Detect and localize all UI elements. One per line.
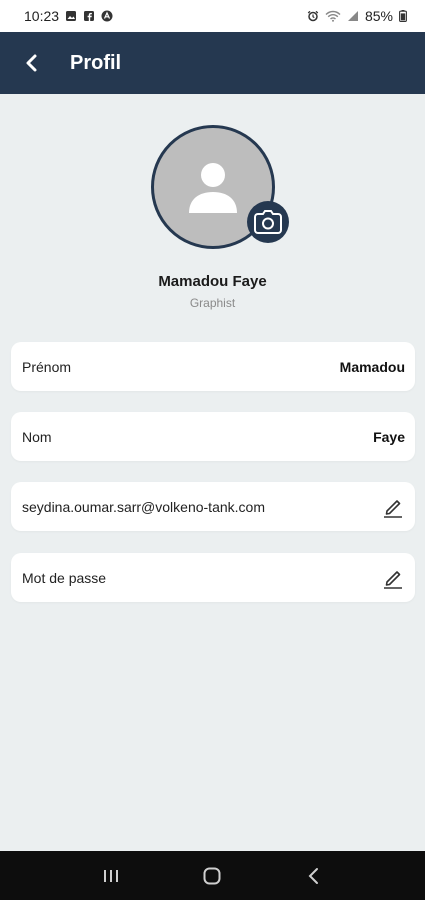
- last-name-value: Faye: [373, 428, 405, 445]
- facebook-icon: [84, 11, 95, 21]
- last-name-field[interactable]: Nom Faye: [11, 412, 415, 461]
- status-bar: 10:23 85%: [0, 0, 425, 32]
- system-nav-bar: [0, 851, 425, 900]
- page-title: Profil: [70, 51, 122, 74]
- app-notification-icon: [101, 10, 113, 22]
- pencil-icon: [384, 570, 402, 589]
- profile-role: Graphist: [189, 296, 236, 310]
- avatar-container: [151, 125, 289, 249]
- battery-icon: [399, 10, 407, 22]
- back-arrow-icon: [308, 867, 319, 884]
- last-name-label: Nom: [22, 428, 52, 445]
- email-field[interactable]: seydina.oumar.sarr@volkeno-tank.com: [11, 482, 415, 531]
- recent-apps-icon: [103, 869, 118, 882]
- password-field[interactable]: Mot de passe: [11, 553, 415, 602]
- camera-icon: [254, 210, 282, 234]
- profile-name: Mamadou Faye: [158, 273, 267, 290]
- status-time: 10:23: [24, 8, 60, 24]
- recent-apps-button[interactable]: [91, 856, 131, 896]
- battery-percent: 85%: [364, 8, 393, 24]
- first-name-field[interactable]: Prénom Mamadou: [11, 342, 415, 391]
- gallery-icon: [66, 11, 77, 21]
- person-icon: [189, 163, 237, 213]
- first-name-value: Mamadou: [339, 358, 405, 375]
- pencil-icon: [384, 499, 402, 518]
- back-button[interactable]: [12, 43, 52, 83]
- system-back-button[interactable]: [294, 856, 334, 896]
- wifi-icon: [325, 10, 341, 22]
- home-button[interactable]: [192, 856, 232, 896]
- home-icon: [203, 867, 221, 884]
- first-name-label: Prénom: [22, 358, 72, 375]
- alarm-icon: [307, 10, 319, 22]
- edit-password-button[interactable]: [381, 566, 405, 590]
- email-value: seydina.oumar.sarr@volkeno-tank.com: [22, 498, 265, 515]
- password-label: Mot de passe: [22, 569, 107, 586]
- change-photo-button[interactable]: [247, 201, 289, 243]
- app-bar: Profil: [0, 32, 425, 94]
- signal-icon: [347, 11, 358, 21]
- edit-email-button[interactable]: [381, 495, 405, 519]
- chevron-left-icon: [26, 54, 37, 72]
